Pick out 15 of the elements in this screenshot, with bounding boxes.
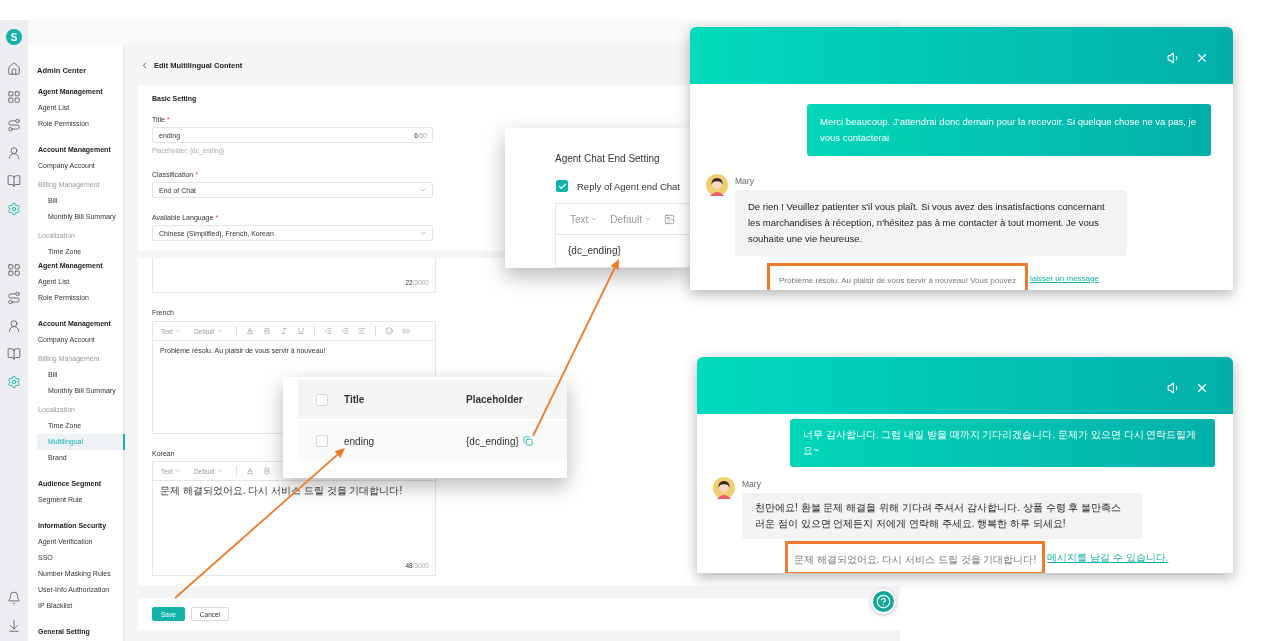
checkbox-label: Reply of Agent end Chat xyxy=(577,180,680,192)
agent-message: 천만에요! 환불 문제 해결을 위해 기다려 주셔서 감사합니다. 상품 수령 후 불만족스러운 점이 있으면 언제든지 저에게 연락해 주세요. 행복한 하루 되세요! xyxy=(742,493,1142,539)
table-cell: {dc_ending} xyxy=(466,435,519,447)
agent-message: De rien ! Veuillez patienter s'il vous plaît. Si vous avez des insatisfactions concernant les marchandises à réception, n'hésitez pas à me contacter à tout moment. Je vous souhaite une vie heureuse. xyxy=(735,190,1127,256)
column-header: Title xyxy=(344,394,366,405)
visitor-message: 너무 감사합니다. 그럼 내일 받을 때까지 기다리겠습니다. 문제가 있으면 다시 연락드릴게요~ xyxy=(790,419,1215,467)
system-note: Problème résolu. Au plaisir de vous servir à nouveau! Vous pouvez xyxy=(779,276,1017,285)
visitor-message: Merci beaucoup. J’attendrai donc demain pour la recevoir. Si quelque chose ne va pas, je vous contacterai xyxy=(807,104,1211,156)
agent-name: Mary xyxy=(735,176,754,186)
system-note: 문제 해결되었어요. 다시 서비스 드릴 것을 기대합니다! xyxy=(794,554,1037,565)
popup-title: Agent Chat End Setting xyxy=(555,153,661,165)
agent-name: Mary xyxy=(742,479,761,489)
table-cell: ending xyxy=(344,435,375,447)
editor-text: {dc_ending} xyxy=(567,244,622,258)
column-header: Placeholder xyxy=(466,394,524,405)
